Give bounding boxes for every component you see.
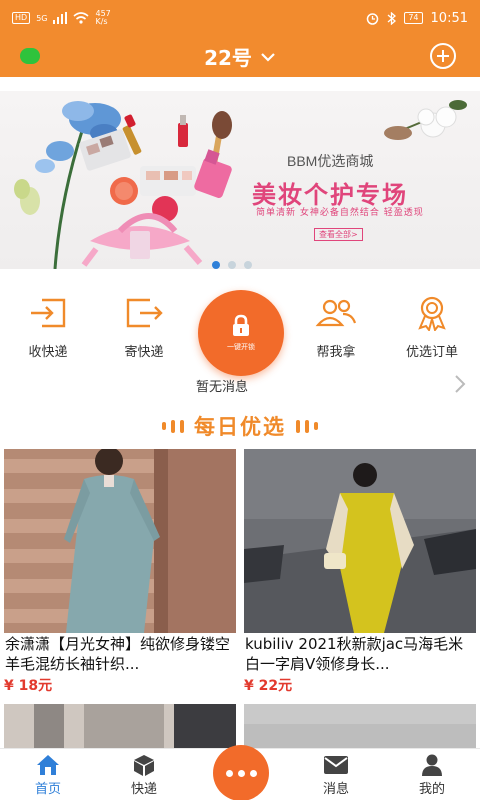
product-image	[244, 704, 476, 748]
product-card[interactable]	[244, 704, 476, 748]
users-icon	[315, 299, 357, 327]
action-preferred-orders[interactable]: 优选订单	[392, 285, 472, 360]
more-dot	[237, 769, 245, 777]
tab-home[interactable]: 首页	[8, 749, 88, 797]
user-icon	[422, 754, 442, 776]
more-button[interactable]	[213, 745, 269, 800]
tab-label: 首页	[34, 782, 61, 797]
product-price: ¥ 18元	[4, 678, 53, 694]
product-image	[4, 704, 236, 748]
unlock-label: 一键开锁	[227, 343, 255, 351]
tab-label: 消息	[322, 782, 349, 797]
send-package-icon	[126, 298, 163, 328]
action-label: 优选订单	[405, 345, 458, 360]
carousel-dot[interactable]	[212, 261, 220, 269]
cotton-illustration	[384, 100, 467, 140]
action-label: 帮我拿	[316, 345, 356, 360]
notice-text: 暂无消息	[196, 380, 249, 395]
chevron-down-icon	[261, 52, 275, 62]
store-selector[interactable]: 22号	[0, 36, 480, 77]
carousel-dot[interactable]	[228, 261, 236, 269]
app-header: HD 5G 457 K/s 74 10:51 22号	[0, 0, 480, 77]
home-icon	[37, 755, 59, 775]
decor-bars-right	[296, 419, 318, 433]
battery-indicator: 74	[404, 12, 423, 24]
lock-icon	[233, 314, 249, 336]
unlock-button[interactable]: 一键开锁	[198, 290, 284, 376]
box-icon	[134, 755, 154, 776]
status-bar: HD 5G 457 K/s 74 10:51	[0, 0, 480, 36]
cosmetics-illustration	[14, 101, 232, 269]
product-name: kubiliv 2021秋新款jac马海毛米白一字肩V领修身长...	[245, 635, 464, 673]
action-label: 寄快递	[124, 345, 164, 360]
signal-icon	[53, 12, 68, 24]
action-send-package[interactable]: 寄快递	[104, 285, 184, 360]
action-label: 收快递	[28, 345, 68, 360]
carousel-dots	[212, 261, 252, 269]
action-receive-package[interactable]: 收快递	[8, 285, 88, 360]
decor-bars-left	[162, 419, 184, 433]
carousel-dot[interactable]	[244, 261, 252, 269]
action-help-fetch[interactable]: 帮我拿	[296, 285, 376, 360]
tab-express[interactable]: 快递	[104, 749, 184, 797]
status-time: 10:51	[430, 10, 468, 26]
notice-bar[interactable]: 暂无消息	[0, 372, 480, 396]
bluetooth-icon	[387, 11, 397, 25]
product-card[interactable]: kubiliv 2021秋新款jac马海毛米白一字肩V领修身长... ¥ 22元	[244, 449, 476, 695]
add-button[interactable]	[430, 43, 456, 69]
hd-badge: HD	[12, 12, 31, 24]
more-dot	[225, 769, 233, 777]
award-icon	[418, 296, 446, 331]
chevron-right-icon	[455, 375, 466, 393]
receive-package-icon	[31, 298, 66, 328]
plus-icon	[437, 50, 449, 62]
daily-picks-header: 每日优选	[0, 410, 480, 442]
product-price: ¥ 22元	[244, 678, 293, 694]
section-title: 每日优选	[194, 415, 286, 439]
banner-subline: 简单清新 女神必备自然结合 轻盈透现	[256, 208, 424, 218]
network-speed: 457 K/s	[95, 9, 111, 26]
product-card[interactable]: 余潇潇【月光女神】纯欲修身镂空羊毛混纺长袖针织... ¥ 18元	[4, 449, 236, 695]
product-image	[244, 449, 476, 633]
signal-label: 5G	[36, 13, 48, 23]
tab-messages[interactable]: 消息	[296, 749, 376, 797]
more-dot	[249, 769, 257, 777]
product-name: 余潇潇【月光女神】纯欲修身镂空羊毛混纺长袖针织...	[5, 635, 231, 673]
mail-icon	[324, 756, 348, 774]
tab-label: 快递	[130, 782, 157, 797]
tab-profile[interactable]: 我的	[392, 749, 472, 797]
alarm-icon	[367, 12, 379, 25]
store-title: 22号	[204, 46, 252, 70]
banner-brand: BBM优选商城	[287, 153, 374, 169]
product-card[interactable]	[4, 704, 236, 748]
app-screen: { "status_bar": { "hd": "HD", "signal": …	[0, 0, 480, 800]
promo-banner[interactable]: BBM优选商城 美妆个护专场 简单清新 女神必备自然结合 轻盈透现 查看全部>	[0, 91, 480, 269]
view-all-link[interactable]: 查看全部>	[314, 228, 363, 241]
wifi-icon	[73, 12, 90, 24]
product-image	[4, 449, 236, 633]
tab-label: 我的	[418, 782, 445, 797]
